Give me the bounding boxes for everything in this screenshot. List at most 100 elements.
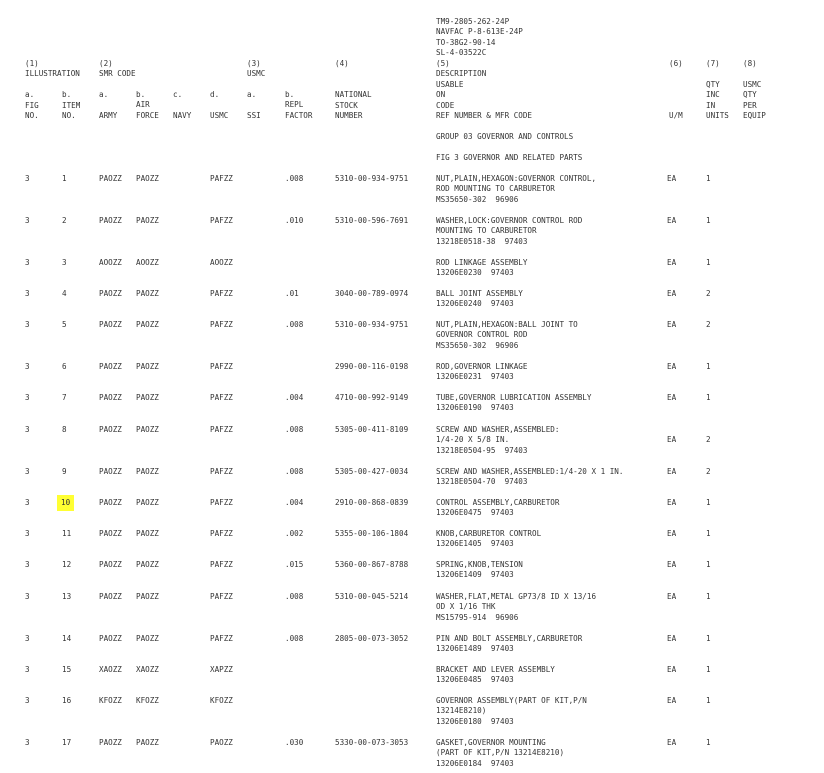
cell-af: PAOZZ [136,393,159,402]
cell-fig: 3 [25,696,30,705]
cell-um: EA [667,435,677,445]
column-header-line: QTY [706,79,720,89]
cell-description-line: MS35650-302 96906 [436,340,519,350]
cell-qty: 2 [706,435,711,445]
cell-description-line: 13218E0518-38 97403 [436,236,528,246]
cell-um: EA [667,665,677,674]
cell-um: EA [667,320,677,329]
column-header-line: (3) [247,59,261,68]
cell-description-line: 1/4-20 X 5/8 IN. [436,435,510,445]
cell-qty: 1 [706,560,711,569]
column-header-line: (4) [335,59,349,68]
column-header-col2a: a. ARMY [99,90,117,121]
cell-usmc: PAFZZ [210,634,233,643]
cell-item: 8 [62,425,67,434]
cell-af: KFOZZ [136,696,159,705]
cell-usmc: PAFZZ [210,216,233,225]
cell-description-line: 13206E0190 97403 [436,403,514,413]
column-header-line [173,100,191,110]
cell-usmc: PAFZZ [210,174,233,183]
column-header-line: NUMBER [335,110,363,120]
column-header-line [706,69,729,79]
column-header-line: REF NUMBER & MFR CODE [436,110,533,120]
column-header-col5: (5) DESCRIPTION USABLE ON CODE REF NUMBER & M… [436,59,532,121]
cell-repl: .008 [285,425,304,434]
column-header-line [669,101,683,111]
column-header-line: CODE [436,100,455,110]
cell-usmc: PAFZZ [210,498,233,507]
cell-description-line: NUT,PLAIN,HEXAGON:GOVERNOR CONTROL, [436,174,597,183]
column-header-line: QTY [743,90,757,100]
cell-qty: 1 [706,738,711,747]
column-header-line: (8) [743,59,757,68]
cell-nsn: 4710-00-992-9149 [335,393,409,402]
cell-nsn: 5310-00-045-5214 [335,592,409,601]
column-header-line: STOCK [335,100,358,110]
cell-repl: .015 [285,560,304,569]
column-header-col2b: b. AIR FORCE [136,90,159,121]
cell-description-line: MS35650-302 96906 [436,194,519,204]
cell-description-line: BRACKET AND LEVER ASSEMBLY [436,665,555,674]
cell-description-line: 13214E8210) [436,706,487,716]
cell-item: 3 [62,258,67,267]
doc-ids: TM9-2805-262-24P NAVFAC P-8-613E-24P TO-38… [436,17,523,59]
cell-description-line: CONTROL ASSEMBLY,CARBURETOR [436,498,560,507]
cell-army: PAOZZ [99,320,122,329]
cell-fig: 3 [25,529,30,538]
column-header-line: EQUIP [743,110,766,120]
cell-repl: .008 [285,634,304,643]
cell-description-line: MS15795-914 96906 [436,612,519,622]
cell-item: 14 [62,634,72,643]
cell-item: 7 [62,393,67,402]
cell-item: 4 [62,289,67,298]
column-header-line: FORCE [136,110,159,120]
cell-fig: 3 [25,665,30,674]
cell-um: EA [667,289,677,298]
cell-af: PAOZZ [136,174,159,183]
cell-description-line: 13206E1409 97403 [436,570,514,580]
cell-description-line: 13206E0240 97403 [436,299,514,309]
cell-qty: 1 [706,498,711,507]
column-header-col2: (2) SMR CODE [99,59,136,80]
cell-af: PAOZZ [136,498,159,507]
cell-qty: 1 [706,529,711,538]
cell-qty: 1 [706,665,711,674]
cell-item: 15 [62,665,72,674]
column-header-line: USMC [743,79,762,89]
column-header-line: (5) [436,59,450,68]
doc-id-line: NAVFAC P-8-613E-24P [436,27,523,37]
cell-repl: .008 [285,174,304,183]
cell-um: EA [667,216,677,225]
column-header-line: ITEM [62,100,81,110]
cell-item: 11 [62,529,72,538]
cell-nsn: 3040-00-789-0974 [335,289,409,298]
cell-fig: 3 [25,216,30,225]
cell-description-line: SCREW AND WASHER,ASSEMBLED:1/4-20 X 1 IN… [436,467,624,476]
cell-qty: 2 [706,320,711,329]
cell-fig: 3 [25,174,30,183]
cell-um: EA [667,258,677,267]
cell-um: EA [667,592,677,601]
column-header-line: AIR [136,100,150,110]
cell-fig: 3 [25,425,30,434]
column-header-col3b: b. REPL FACTOR [285,90,312,121]
cell-description-line: OD X 1/16 THK [436,602,496,612]
column-header-line: ON [436,90,446,100]
cell-um: EA [667,498,677,507]
cell-usmc: PAFZZ [210,393,233,402]
cell-usmc: PAFZZ [210,320,233,329]
cell-repl: .008 [285,592,304,601]
column-header-line [669,80,683,90]
column-header-col1b: b. ITEM NO. [62,59,80,121]
cell-nsn: 2805-00-073-3052 [335,634,409,643]
cell-af: PAOZZ [136,362,159,371]
cell-nsn: 5330-00-073-3053 [335,738,409,747]
column-header-line [247,100,261,110]
cell-um: EA [667,362,677,371]
cell-nsn: 5305-00-411-8109 [335,425,409,434]
column-header-line: (6) [669,59,683,68]
cell-af: PAOZZ [136,592,159,601]
cell-description-line: 13218E0504-70 97403 [436,477,528,487]
cell-item: 17 [62,738,72,747]
cell-repl: .01 [285,289,299,298]
